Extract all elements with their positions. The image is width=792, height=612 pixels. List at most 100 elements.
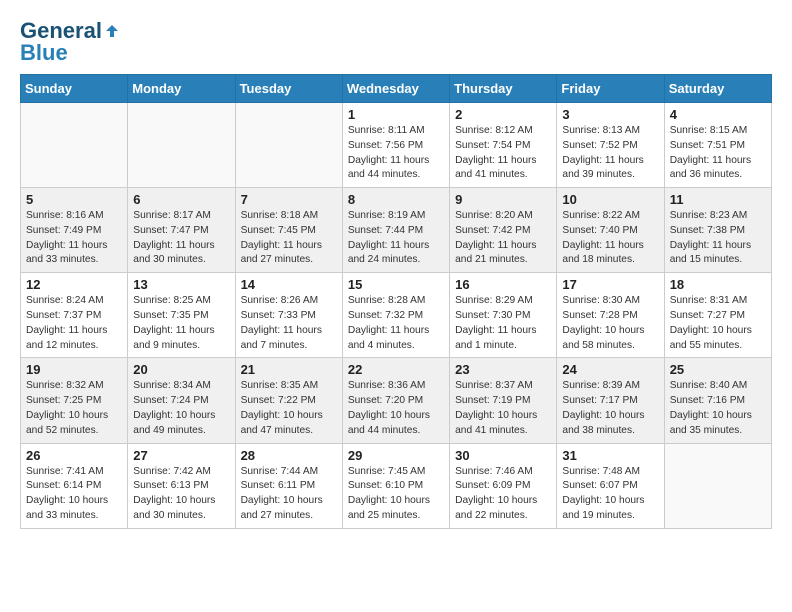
day-number: 7 — [241, 192, 337, 207]
day-number: 26 — [26, 448, 122, 463]
week-row-4: 19 Sunrise: 8:32 AMSunset: 7:25 PMDayligh… — [21, 358, 772, 443]
calendar-cell: 21Sunrise: 8:35 AMSunset: 7:22 PMDayligh… — [235, 358, 342, 443]
day-number: 27 — [133, 448, 229, 463]
calendar-cell: 3 Sunrise: 8:13 AMSunset: 7:52 PMDaylight… — [557, 103, 664, 188]
calendar-cell: 4 Sunrise: 8:15 AMSunset: 7:51 PMDaylight… — [664, 103, 771, 188]
calendar-cell: 22 Sunrise: 8:36 AMSunset: 7:20 PMDayligh… — [342, 358, 449, 443]
day-number: 14 — [241, 277, 337, 292]
day-number: 24 — [562, 362, 658, 377]
day-number: 18 — [670, 277, 766, 292]
day-number: 11 — [670, 192, 766, 207]
cell-info: Sunrise: 8:17 AMSunset: 7:47 PMDaylight:… — [133, 209, 229, 268]
day-number: 25 — [670, 362, 766, 377]
calendar-cell: 6Sunrise: 8:17 AMSunset: 7:47 PMDaylight… — [128, 188, 235, 273]
weekday-thursday: Thursday — [450, 75, 557, 103]
calendar-cell: 25 Sunrise: 8:40 AMSunset: 7:16 PMDayligh… — [664, 358, 771, 443]
header: General Blue — [20, 16, 772, 64]
calendar-cell — [21, 103, 128, 188]
day-number: 20 — [133, 362, 229, 377]
cell-info: Sunrise: 8:16 AMSunset: 7:49 PMDaylight:… — [26, 209, 122, 268]
calendar-cell: 27 Sunrise: 7:42 AMSunset: 6:13 PMDayligh… — [128, 443, 235, 528]
calendar-cell: 12 Sunrise: 8:24 AMSunset: 7:37 PMDayligh… — [21, 273, 128, 358]
weekday-wednesday: Wednesday — [342, 75, 449, 103]
cell-info: Sunrise: 8:25 AMSunset: 7:35 PMDaylight:… — [133, 294, 229, 353]
cell-info: Sunrise: 7:48 AMSunset: 6:07 PMDaylight:… — [562, 465, 658, 524]
calendar-table: SundayMondayTuesdayWednesdayThursdayFrid… — [20, 74, 772, 529]
cell-info: Sunrise: 8:13 AMSunset: 7:52 PMDaylight:… — [562, 124, 658, 183]
calendar-cell: 7 Sunrise: 8:18 AMSunset: 7:45 PMDaylight… — [235, 188, 342, 273]
cell-info: Sunrise: 8:28 AMSunset: 7:32 PMDaylight:… — [348, 294, 444, 353]
calendar-cell: 5 Sunrise: 8:16 AMSunset: 7:49 PMDaylight… — [21, 188, 128, 273]
calendar-cell: 13Sunrise: 8:25 AMSunset: 7:35 PMDayligh… — [128, 273, 235, 358]
calendar-cell — [128, 103, 235, 188]
day-number: 30 — [455, 448, 551, 463]
cell-info: Sunrise: 7:41 AMSunset: 6:14 PMDaylight:… — [26, 465, 122, 524]
weekday-saturday: Saturday — [664, 75, 771, 103]
day-number: 15 — [348, 277, 444, 292]
day-number: 28 — [241, 448, 337, 463]
cell-info: Sunrise: 8:18 AMSunset: 7:45 PMDaylight:… — [241, 209, 337, 268]
calendar-cell: 28Sunrise: 7:44 AMSunset: 6:11 PMDayligh… — [235, 443, 342, 528]
day-number: 23 — [455, 362, 551, 377]
logo-general-text: General — [20, 20, 102, 42]
day-number: 16 — [455, 277, 551, 292]
cell-info: Sunrise: 8:35 AMSunset: 7:22 PMDaylight:… — [241, 379, 337, 438]
logo-icon — [104, 23, 120, 39]
day-number: 8 — [348, 192, 444, 207]
calendar-cell — [235, 103, 342, 188]
day-number: 1 — [348, 107, 444, 122]
day-number: 5 — [26, 192, 122, 207]
weekday-header-row: SundayMondayTuesdayWednesdayThursdayFrid… — [21, 75, 772, 103]
day-number: 12 — [26, 277, 122, 292]
cell-info: Sunrise: 8:32 AMSunset: 7:25 PMDaylight:… — [26, 379, 122, 438]
calendar-cell: 19 Sunrise: 8:32 AMSunset: 7:25 PMDayligh… — [21, 358, 128, 443]
cell-info: Sunrise: 8:22 AMSunset: 7:40 PMDaylight:… — [562, 209, 658, 268]
calendar-cell: 24 Sunrise: 8:39 AMSunset: 7:17 PMDayligh… — [557, 358, 664, 443]
cell-info: Sunrise: 8:30 AMSunset: 7:28 PMDaylight:… — [562, 294, 658, 353]
calendar-cell: 17 Sunrise: 8:30 AMSunset: 7:28 PMDayligh… — [557, 273, 664, 358]
calendar-cell: 11 Sunrise: 8:23 AMSunset: 7:38 PMDayligh… — [664, 188, 771, 273]
cell-info: Sunrise: 8:29 AMSunset: 7:30 PMDaylight:… — [455, 294, 551, 353]
page: General Blue SundayMondayTuesdayWednesda… — [0, 0, 792, 612]
cell-info: Sunrise: 8:20 AMSunset: 7:42 PMDaylight:… — [455, 209, 551, 268]
day-number: 4 — [670, 107, 766, 122]
calendar-cell: 16 Sunrise: 8:29 AMSunset: 7:30 PMDayligh… — [450, 273, 557, 358]
calendar-cell: 23 Sunrise: 8:37 AMSunset: 7:19 PMDayligh… — [450, 358, 557, 443]
calendar-cell: 9 Sunrise: 8:20 AMSunset: 7:42 PMDaylight… — [450, 188, 557, 273]
calendar-cell: 31 Sunrise: 7:48 AMSunset: 6:07 PMDayligh… — [557, 443, 664, 528]
calendar-cell: 30 Sunrise: 7:46 AMSunset: 6:09 PMDayligh… — [450, 443, 557, 528]
weekday-monday: Monday — [128, 75, 235, 103]
cell-info: Sunrise: 7:46 AMSunset: 6:09 PMDaylight:… — [455, 465, 551, 524]
calendar-cell: 26 Sunrise: 7:41 AMSunset: 6:14 PMDayligh… — [21, 443, 128, 528]
week-row-2: 5 Sunrise: 8:16 AMSunset: 7:49 PMDaylight… — [21, 188, 772, 273]
cell-info: Sunrise: 7:45 AMSunset: 6:10 PMDaylight:… — [348, 465, 444, 524]
cell-info: Sunrise: 8:40 AMSunset: 7:16 PMDaylight:… — [670, 379, 766, 438]
cell-info: Sunrise: 8:31 AMSunset: 7:27 PMDaylight:… — [670, 294, 766, 353]
day-number: 19 — [26, 362, 122, 377]
cell-info: Sunrise: 8:36 AMSunset: 7:20 PMDaylight:… — [348, 379, 444, 438]
calendar-cell: 18 Sunrise: 8:31 AMSunset: 7:27 PMDayligh… — [664, 273, 771, 358]
week-row-3: 12 Sunrise: 8:24 AMSunset: 7:37 PMDayligh… — [21, 273, 772, 358]
cell-info: Sunrise: 7:42 AMSunset: 6:13 PMDaylight:… — [133, 465, 229, 524]
cell-info: Sunrise: 8:34 AMSunset: 7:24 PMDaylight:… — [133, 379, 229, 438]
day-number: 22 — [348, 362, 444, 377]
cell-info: Sunrise: 8:23 AMSunset: 7:38 PMDaylight:… — [670, 209, 766, 268]
day-number: 29 — [348, 448, 444, 463]
day-number: 3 — [562, 107, 658, 122]
calendar-cell: 14Sunrise: 8:26 AMSunset: 7:33 PMDayligh… — [235, 273, 342, 358]
day-number: 31 — [562, 448, 658, 463]
calendar-cell: 8Sunrise: 8:19 AMSunset: 7:44 PMDaylight… — [342, 188, 449, 273]
cell-info: Sunrise: 8:37 AMSunset: 7:19 PMDaylight:… — [455, 379, 551, 438]
calendar-cell: 10Sunrise: 8:22 AMSunset: 7:40 PMDayligh… — [557, 188, 664, 273]
cell-info: Sunrise: 8:24 AMSunset: 7:37 PMDaylight:… — [26, 294, 122, 353]
logo-blue-text: Blue — [20, 42, 68, 64]
cell-info: Sunrise: 8:39 AMSunset: 7:17 PMDaylight:… — [562, 379, 658, 438]
day-number: 17 — [562, 277, 658, 292]
cell-info: Sunrise: 8:11 AMSunset: 7:56 PMDaylight:… — [348, 124, 444, 183]
weekday-tuesday: Tuesday — [235, 75, 342, 103]
weekday-friday: Friday — [557, 75, 664, 103]
week-row-5: 26 Sunrise: 7:41 AMSunset: 6:14 PMDayligh… — [21, 443, 772, 528]
day-number: 9 — [455, 192, 551, 207]
cell-info: Sunrise: 8:15 AMSunset: 7:51 PMDaylight:… — [670, 124, 766, 183]
week-row-1: 1 Sunrise: 8:11 AMSunset: 7:56 PMDaylight… — [21, 103, 772, 188]
